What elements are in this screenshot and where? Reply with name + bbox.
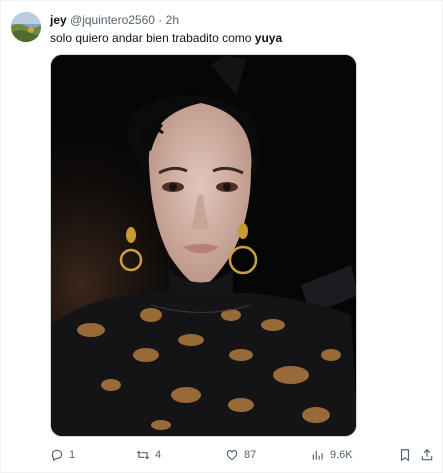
handle[interactable]: @jquintero2560 — [70, 13, 155, 27]
views-icon — [312, 450, 323, 460]
like-button[interactable]: 87 — [225, 446, 256, 464]
tweet-text: solo quiero andar bien trabadito como yu… — [50, 31, 282, 46]
tweet-text-bold: yuya — [254, 31, 283, 45]
avatar[interactable] — [11, 12, 41, 42]
reply-button[interactable]: 1 — [50, 446, 75, 464]
avatar-image — [11, 12, 41, 42]
tweet-text-main: solo quiero andar bien trabadito como — [50, 31, 255, 45]
reply-count: 1 — [69, 449, 76, 461]
retweet-icon — [136, 450, 150, 460]
action-bar: 1 4 87 9.6K — [50, 446, 433, 464]
views-count: 9.6K — [330, 449, 353, 461]
display-name[interactable]: jey — [50, 13, 67, 27]
tweet-header: jey @jquintero2560 · 2h — [50, 13, 179, 28]
views-button[interactable]: 9.6K — [311, 446, 353, 464]
bookmark-button[interactable] — [398, 446, 412, 464]
like-count: 87 — [244, 449, 257, 461]
tweet-card[interactable]: jey @jquintero2560 · 2h solo quiero anda… — [0, 0, 443, 473]
separator: · — [158, 13, 163, 27]
bookmark-icon — [400, 449, 410, 462]
share-icon — [421, 448, 433, 461]
tweet-photo[interactable] — [50, 54, 357, 437]
heart-icon — [226, 450, 238, 461]
retweet-button[interactable]: 4 — [136, 446, 161, 464]
share-button[interactable] — [420, 446, 434, 464]
portrait-photo — [51, 55, 356, 436]
retweet-count: 4 — [155, 449, 162, 461]
reply-icon — [51, 449, 63, 462]
timestamp[interactable]: 2h — [166, 13, 179, 27]
